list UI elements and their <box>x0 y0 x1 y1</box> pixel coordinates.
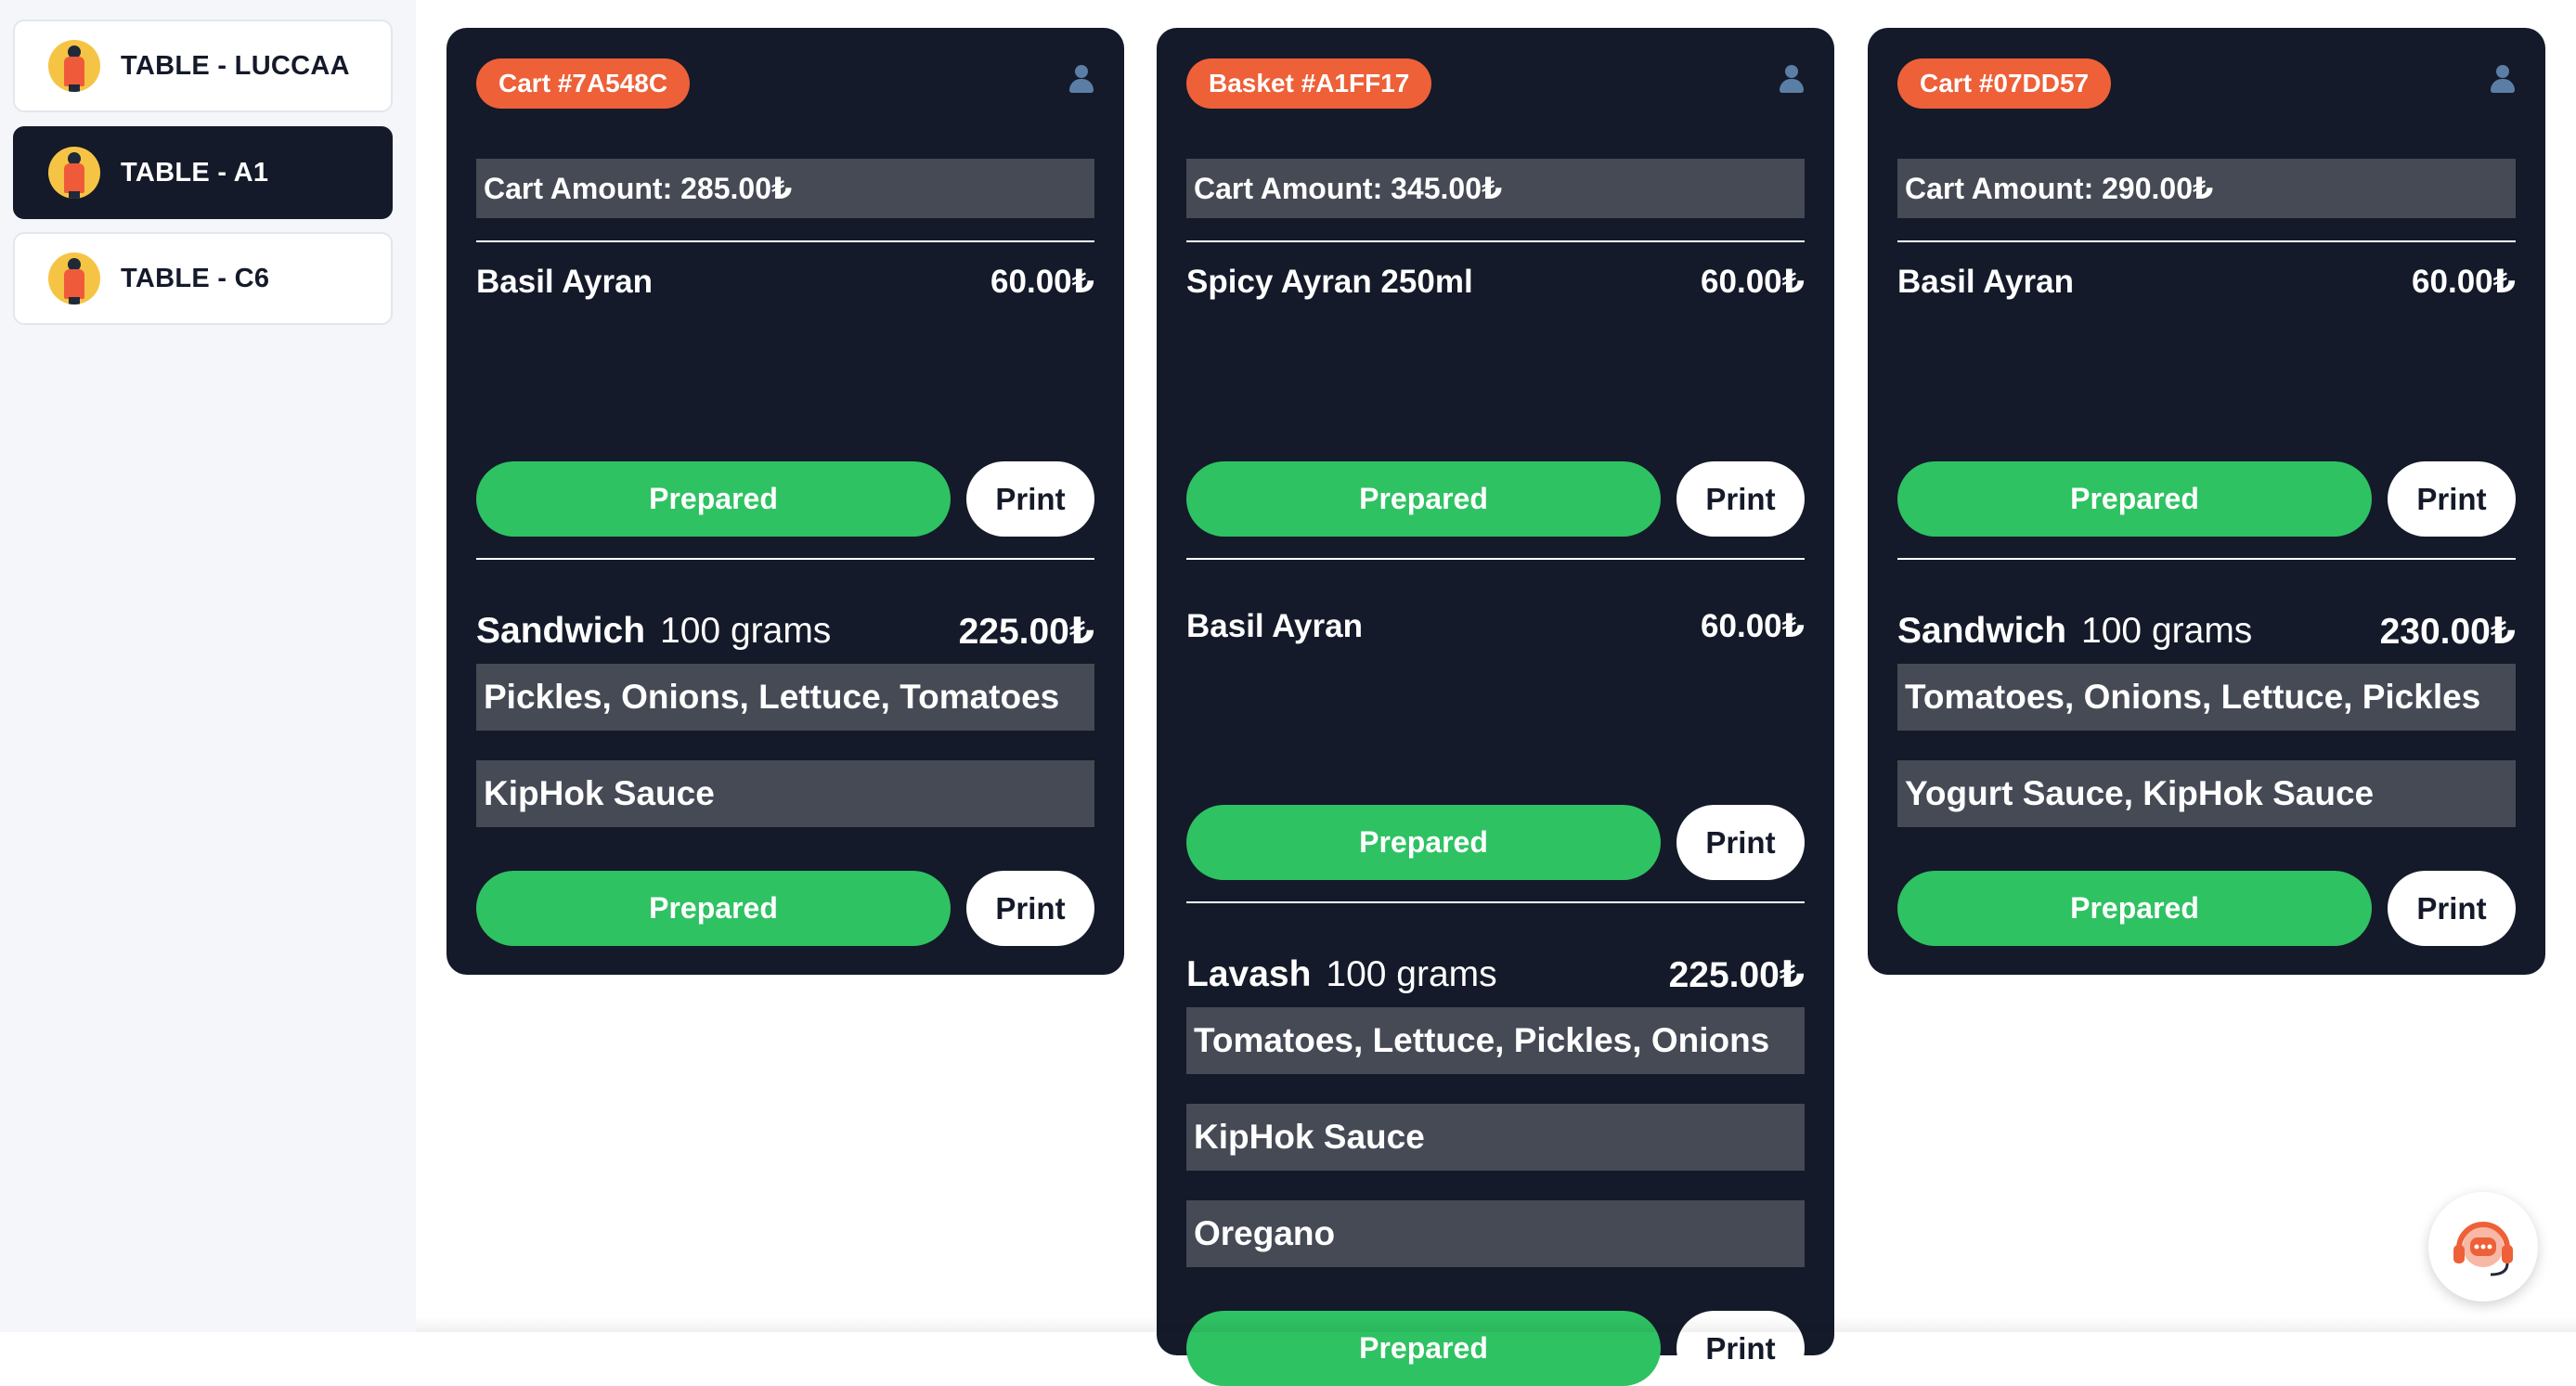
table-item-a1[interactable]: TABLE - A1 <box>13 126 393 219</box>
table-sidebar: TABLE - LUCCAA TABLE - A1 TABLE - C6 <box>0 0 416 1332</box>
item-name: Lavash <box>1186 954 1312 994</box>
divider <box>1186 240 1805 242</box>
item-option: KipHok Sauce <box>476 760 1094 827</box>
divider <box>1897 558 2516 560</box>
item-name-group: Sandwich 100 grams <box>476 611 831 653</box>
divider <box>1186 901 1805 903</box>
support-headset-icon <box>2453 1222 2513 1276</box>
prepared-button[interactable]: Prepared <box>1897 461 2372 537</box>
print-button[interactable]: Print <box>1676 805 1805 880</box>
order-card: Cart #07DD57 Cart Amount: 290.00₺ Basil … <box>1868 28 2545 975</box>
item-size: 100 grams <box>660 611 832 651</box>
table-item-luccaa[interactable]: TABLE - LUCCAA <box>13 19 393 112</box>
item-name: Sandwich <box>1897 611 2067 651</box>
order-item: Sandwich 100 grams 225.00₺ <box>476 611 1094 653</box>
item-price: 60.00₺ <box>1701 608 1805 644</box>
order-item: Sandwich 100 grams 230.00₺ <box>1897 611 2516 653</box>
divider <box>476 240 1094 242</box>
divider <box>1897 240 2516 242</box>
print-button[interactable]: Print <box>2388 461 2516 537</box>
item-name-group: Sandwich 100 grams <box>1897 611 2252 653</box>
prepared-button[interactable]: Prepared <box>476 461 951 537</box>
item-name: Spicy Ayran 250ml <box>1186 264 1473 300</box>
item-name: Basil Ayran <box>1897 264 2074 300</box>
item-price: 60.00₺ <box>990 264 1094 300</box>
print-button[interactable]: Print <box>1676 461 1805 537</box>
item-option: KipHok Sauce <box>1186 1104 1805 1171</box>
cart-amount: Cart Amount: 345.00₺ <box>1186 159 1805 218</box>
order-card: Basket #A1FF17 Cart Amount: 345.00₺ Spic… <box>1157 28 1834 1386</box>
prepared-button[interactable]: Prepared <box>1897 871 2372 946</box>
item-size: 100 grams <box>1326 954 1497 994</box>
user-icon <box>1067 65 1096 97</box>
waiter-avatar-icon <box>48 40 100 92</box>
item-size: 100 grams <box>2081 611 2253 651</box>
order-item: Lavash 100 grams 225.00₺ <box>1186 954 1805 996</box>
item-price: 230.00₺ <box>2379 612 2516 652</box>
order-item: Basil Ayran 60.00₺ <box>476 264 1094 301</box>
item-price: 60.00₺ <box>2412 264 2516 300</box>
cart-amount: Cart Amount: 285.00₺ <box>476 159 1094 218</box>
order-card: Cart #7A548C Cart Amount: 285.00₺ Basil … <box>447 28 1124 975</box>
print-button[interactable]: Print <box>2388 871 2516 946</box>
table-item-label: TABLE - A1 <box>121 157 269 188</box>
order-badge: Cart #07DD57 <box>1897 58 2112 109</box>
print-button[interactable]: Print <box>966 871 1094 946</box>
divider <box>476 558 1094 560</box>
table-item-label: TABLE - C6 <box>121 263 270 293</box>
waiter-avatar-icon <box>48 253 100 304</box>
divider <box>1186 558 1805 560</box>
item-price: 60.00₺ <box>1701 264 1805 300</box>
item-option: Tomatoes, Onions, Lettuce, Pickles <box>1897 664 2516 731</box>
item-name: Basil Ayran <box>1186 608 1363 644</box>
item-price: 225.00₺ <box>958 612 1094 652</box>
prepared-button[interactable]: Prepared <box>1186 805 1661 880</box>
bottom-shadow <box>416 1316 2576 1332</box>
user-icon <box>1777 65 1806 97</box>
item-option: Oregano <box>1186 1200 1805 1267</box>
item-name: Basil Ayran <box>476 264 653 300</box>
support-button[interactable] <box>2428 1192 2538 1302</box>
print-button[interactable]: Print <box>966 461 1094 537</box>
item-option: Pickles, Onions, Lettuce, Tomatoes <box>476 664 1094 731</box>
cart-amount: Cart Amount: 290.00₺ <box>1897 159 2516 218</box>
order-badge: Cart #7A548C <box>476 58 691 109</box>
prepared-button[interactable]: Prepared <box>476 871 951 946</box>
table-item-label: TABLE - LUCCAA <box>121 50 350 81</box>
waiter-avatar-icon <box>48 147 100 199</box>
item-name: Sandwich <box>476 611 646 651</box>
item-name-group: Lavash 100 grams <box>1186 954 1497 996</box>
order-item: Basil Ayran 60.00₺ <box>1897 264 2516 301</box>
item-option: Yogurt Sauce, KipHok Sauce <box>1897 760 2516 827</box>
order-item: Spicy Ayran 250ml 60.00₺ <box>1186 264 1805 301</box>
item-option: Tomatoes, Lettuce, Pickles, Onions <box>1186 1007 1805 1074</box>
user-icon <box>2488 65 2518 97</box>
order-badge: Basket #A1FF17 <box>1186 58 1432 109</box>
table-item-c6[interactable]: TABLE - C6 <box>13 232 393 325</box>
prepared-button[interactable]: Prepared <box>1186 461 1661 537</box>
order-item: Basil Ayran 60.00₺ <box>1186 608 1805 645</box>
item-price: 225.00₺ <box>1668 955 1805 995</box>
